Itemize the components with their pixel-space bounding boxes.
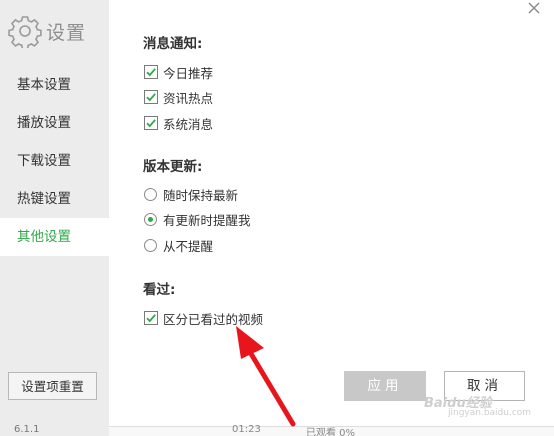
radio-never-notify[interactable]: 从不提醒 xyxy=(144,236,213,254)
checkbox-checked-icon[interactable] xyxy=(144,311,158,325)
apply-button[interactable]: 应用 xyxy=(344,371,426,401)
sidebar-item-download[interactable]: 下载设置 xyxy=(0,142,109,180)
radio-unselected-icon[interactable] xyxy=(144,187,157,201)
background-progress-text: 已观看 0% xyxy=(306,428,356,436)
checkbox-system-message[interactable]: 系统消息 xyxy=(144,114,213,132)
version-text: 6.1.1 xyxy=(14,424,40,435)
sidebar-item-other[interactable]: 其他设置 xyxy=(0,218,109,256)
checkbox-checked-icon[interactable] xyxy=(144,90,158,104)
checkbox-label: 区分已看过的视频 xyxy=(163,311,264,327)
settings-sidebar: 设置 基本设置 播放设置 下载设置 热键设置 其他设置 设置项重置 6.1.1 xyxy=(0,0,109,436)
reset-settings-button[interactable]: 设置项重置 xyxy=(8,372,97,400)
sidebar-item-basic[interactable]: 基本设置 xyxy=(0,66,109,104)
radio-always-latest[interactable]: 随时保持最新 xyxy=(144,185,238,203)
checkbox-checked-icon[interactable] xyxy=(144,116,158,130)
sidebar-nav: 基本设置 播放设置 下载设置 热键设置 其他设置 xyxy=(0,66,109,256)
radio-notify-on-update[interactable]: 有更新时提醒我 xyxy=(144,210,251,228)
checkbox-label: 资讯热点 xyxy=(163,90,214,106)
checkbox-news-hot[interactable]: 资讯热点 xyxy=(144,88,213,106)
checkbox-label: 系统消息 xyxy=(163,116,214,132)
checkbox-label: 今日推荐 xyxy=(163,65,214,81)
background-time-text: 01:23 xyxy=(232,424,261,435)
section-title-watched: 看过: xyxy=(143,282,176,298)
sidebar-header: 设置 xyxy=(8,14,86,48)
checkbox-checked-icon[interactable] xyxy=(144,65,158,79)
radio-label: 从不提醒 xyxy=(163,238,214,254)
radio-label: 有更新时提醒我 xyxy=(163,212,251,228)
sidebar-item-playback[interactable]: 播放设置 xyxy=(0,104,109,142)
sidebar-item-hotkeys[interactable]: 热键设置 xyxy=(0,180,109,218)
radio-unselected-icon[interactable] xyxy=(144,238,157,252)
checkbox-today-recommend[interactable]: 今日推荐 xyxy=(144,63,213,81)
gear-icon xyxy=(8,16,42,48)
checkbox-distinguish-watched[interactable]: 区分已看过的视频 xyxy=(144,309,263,327)
settings-title: 设置 xyxy=(46,21,87,44)
watermark-url: jingyan.baidu.com xyxy=(448,408,532,418)
radio-selected-icon[interactable] xyxy=(144,212,157,226)
settings-window: 设置 基本设置 播放设置 下载设置 热键设置 其他设置 设置项重置 6.1.1 … xyxy=(0,0,554,436)
radio-label: 随时保持最新 xyxy=(163,187,239,203)
section-title-updates: 版本更新: xyxy=(143,159,203,175)
section-title-notifications: 消息通知: xyxy=(143,36,203,52)
settings-content: 消息通知: 今日推荐 资讯热点 系统消息 版本更新: 随时保持最新 有更新时提醒… xyxy=(143,0,543,436)
